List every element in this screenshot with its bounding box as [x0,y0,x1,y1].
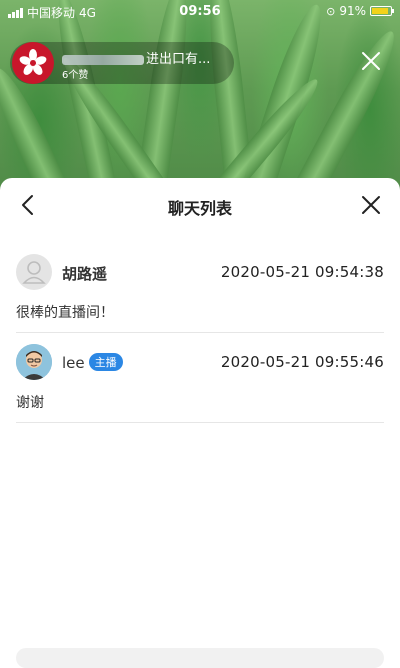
host-avatar-icon [16,344,52,380]
like-count: 6个赞 [62,70,89,81]
message-time: 2020-05-21 09:54:38 [220,263,384,281]
flower-logo-icon [17,47,49,79]
avatar[interactable] [16,254,52,290]
message-text: 很棒的直播间！ [16,305,114,321]
status-bar: 中国移动 4G 09:56 ⊙ 91% [0,0,400,22]
avatar[interactable] [16,344,52,380]
orientation-lock-icon: ⊙ [326,4,336,18]
chat-message: 胡路遥 2020-05-21 09:54:38 很棒的直播间！ [16,254,384,334]
battery-icon [370,6,394,16]
sender-name: lee 主播 [62,353,123,372]
divider [16,422,384,423]
close-icon[interactable] [360,194,382,216]
sender-name: 胡路遥 [62,265,108,283]
close-live-icon[interactable] [360,50,382,72]
default-user-icon [22,261,46,284]
blurred-text [62,54,144,65]
live-video-background [0,0,400,200]
panel-header: 聊天列表 [0,178,400,232]
live-room-title: 进出口有... [62,48,210,67]
divider [16,332,384,333]
chat-input-bar[interactable] [16,648,384,668]
chat-list-panel: 聊天列表 胡路遥 2020-05-21 09:54:38 很棒的直播间！ lee… [0,178,400,660]
panel-title: 聊天列表 [167,199,232,218]
message-text: 谢谢 [16,395,44,411]
chat-message: lee 主播 2020-05-21 09:55:46 谢谢 [16,344,384,424]
battery-percent: 91% [339,4,366,18]
host-logo-avatar[interactable] [12,42,54,84]
message-time: 2020-05-21 09:55:46 [220,353,384,371]
host-badge: 主播 [88,353,123,371]
